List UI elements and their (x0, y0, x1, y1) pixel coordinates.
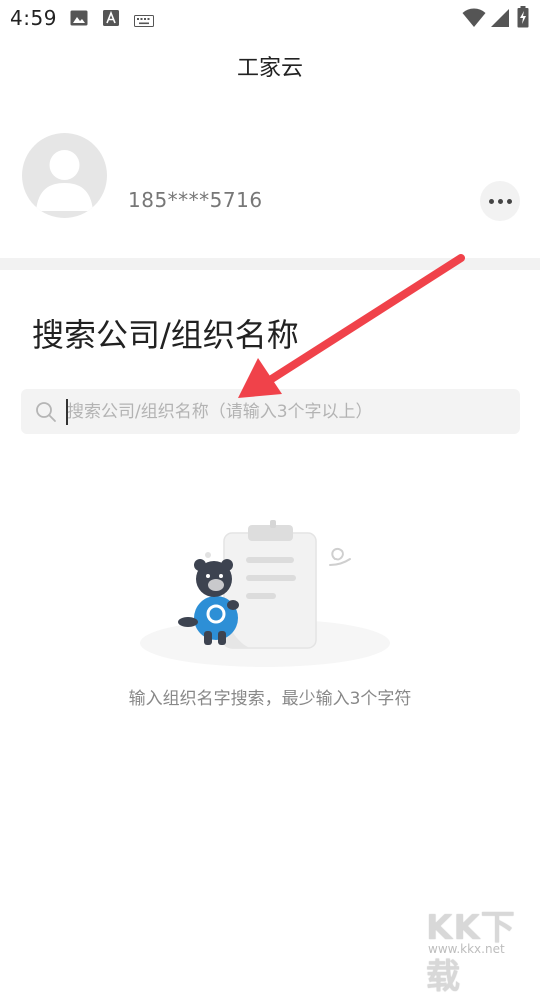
empty-state-message: 输入组织名字搜索，最少输入3个字符 (128, 689, 412, 709)
section-divider (0, 258, 540, 270)
avatar[interactable] (22, 133, 107, 218)
status-bar: 4:59 (0, 0, 540, 38)
user-placeholder-icon (36, 150, 93, 211)
user-phone: 185****5716 (128, 188, 263, 212)
search-box[interactable] (21, 389, 520, 434)
watermark-url: www.kkx.net (428, 942, 505, 956)
signal-icon (490, 8, 510, 32)
watermark: KK下载 www.kkx.net (420, 898, 540, 997)
image-icon (70, 10, 88, 30)
search-icon (35, 401, 57, 427)
more-button[interactable] (480, 181, 520, 221)
page-title: 工家云 (236, 56, 303, 81)
keyboard-icon (134, 12, 154, 31)
text-a-icon (103, 10, 119, 30)
search-section-title: 搜索公司/组织名称 (32, 316, 299, 354)
empty-state-illustration (130, 515, 400, 675)
battery-charging-icon (517, 6, 529, 32)
wifi-icon (462, 8, 486, 32)
search-input[interactable] (67, 389, 507, 434)
status-time: 4:59 (10, 6, 57, 30)
text-caret (66, 399, 68, 425)
